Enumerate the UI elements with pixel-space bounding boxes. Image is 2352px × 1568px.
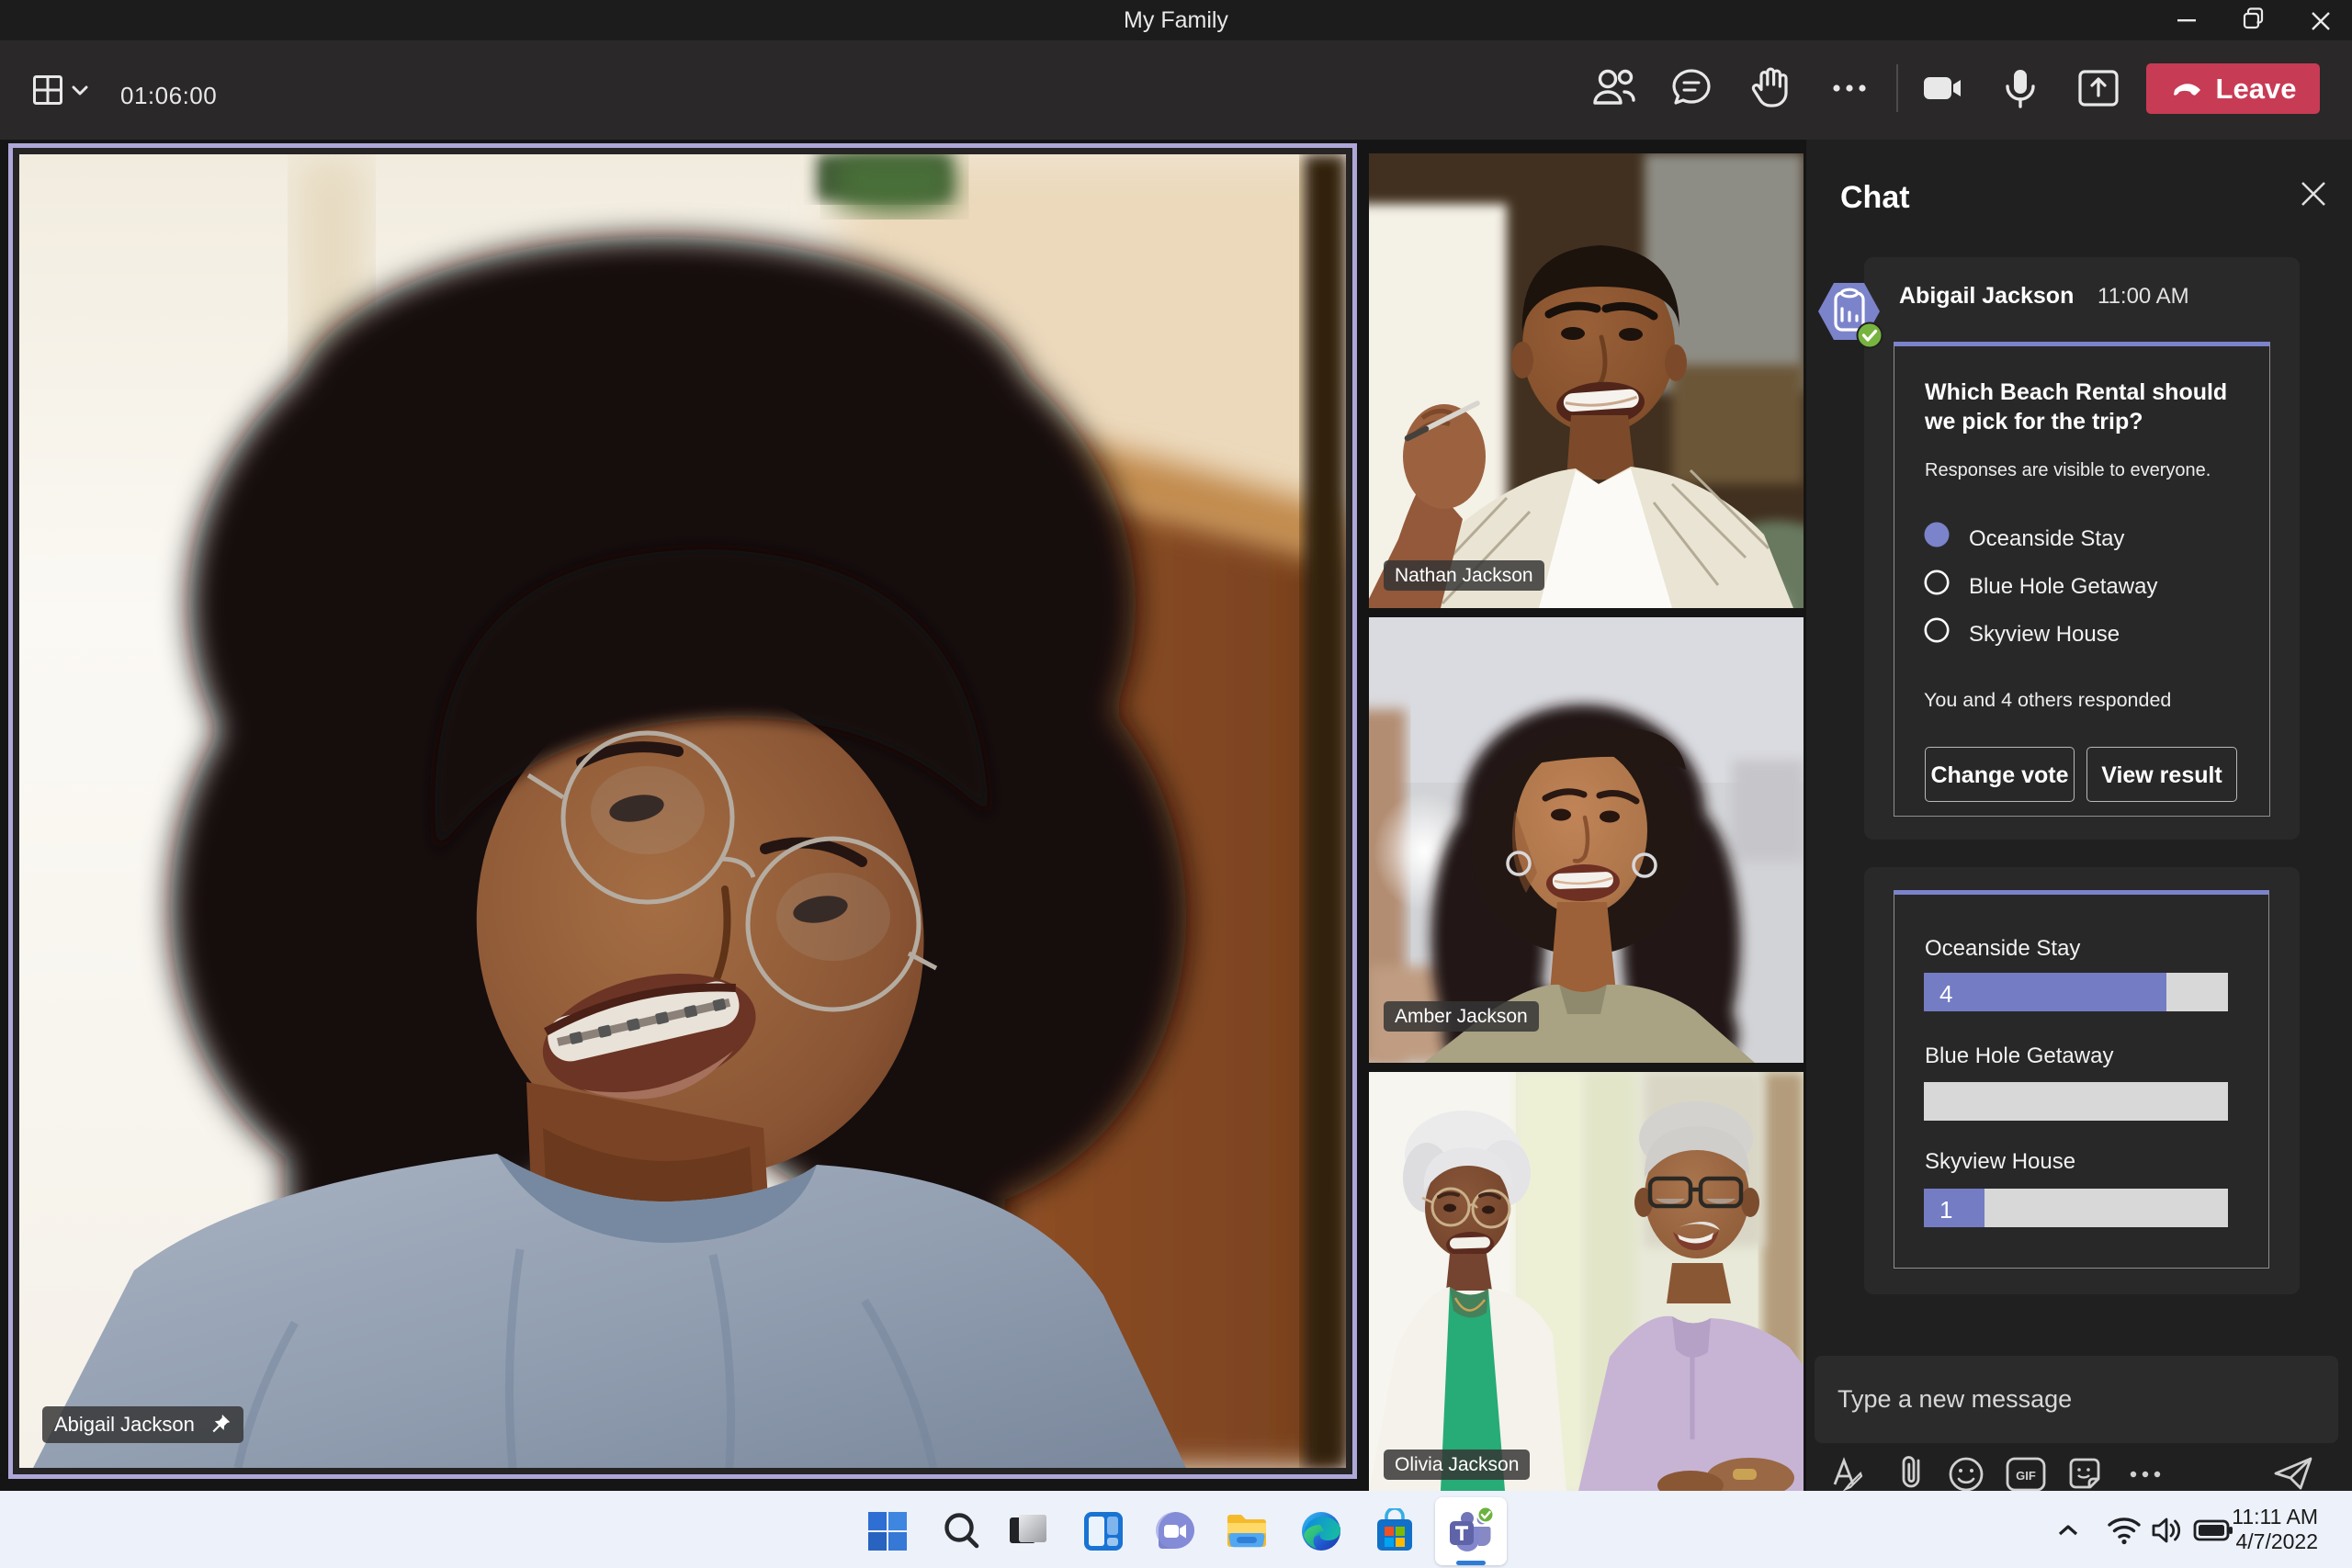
svg-text:GIF: GIF — [2016, 1469, 2036, 1483]
